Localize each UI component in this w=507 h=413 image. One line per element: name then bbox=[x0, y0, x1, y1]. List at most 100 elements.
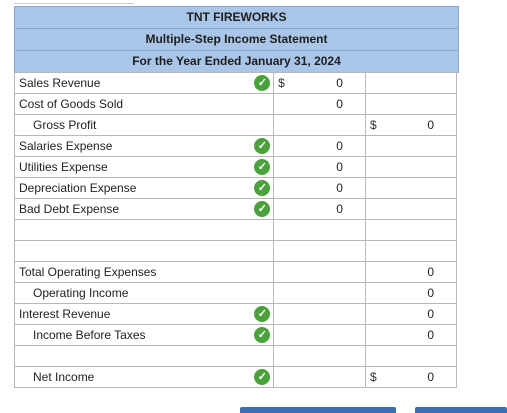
row-check-cell: ✓ bbox=[251, 324, 275, 346]
amount-value: 0 bbox=[427, 265, 434, 279]
row-label-select[interactable]: Utilities Expense bbox=[13, 156, 252, 178]
row-label-select[interactable]: Operating Income bbox=[13, 282, 252, 304]
statement-row: Operating Income 0 bbox=[13, 282, 458, 304]
amount-value: 0 bbox=[336, 97, 343, 111]
check-icon: ✓ bbox=[254, 138, 271, 154]
row-label-select[interactable]: Income Before Taxes bbox=[13, 324, 252, 346]
amount-input-col1[interactable] bbox=[273, 366, 366, 388]
prev-button[interactable] bbox=[240, 407, 396, 413]
row-check-cell bbox=[251, 282, 275, 304]
statement-row: Cost of Goods Sold 0 bbox=[13, 93, 458, 115]
amount-input-col1[interactable] bbox=[273, 219, 366, 241]
amount-input-col1[interactable] bbox=[273, 324, 366, 346]
amount-value: 0 bbox=[336, 181, 343, 195]
amount-input-col2[interactable] bbox=[364, 198, 458, 220]
row-check-cell bbox=[251, 219, 275, 241]
row-label-select[interactable]: Gross Profit bbox=[13, 114, 252, 136]
row-check-cell bbox=[251, 93, 275, 115]
row-label-select[interactable]: Salaries Expense bbox=[13, 135, 252, 157]
row-check-cell: ✓ bbox=[251, 177, 275, 199]
statement-row: Depreciation Expense ✓ 0 bbox=[13, 177, 458, 199]
row-check-cell: ✓ bbox=[251, 72, 275, 94]
statement-row: Salaries Expense ✓ 0 bbox=[13, 135, 458, 157]
row-label-select[interactable]: Net Income bbox=[13, 366, 252, 388]
amount-value: 0 bbox=[336, 202, 343, 216]
amount-input-col2[interactable]: 0 bbox=[364, 324, 458, 346]
row-check-cell: ✓ bbox=[251, 156, 275, 178]
check-icon: ✓ bbox=[254, 327, 271, 343]
amount-input-col1[interactable] bbox=[273, 282, 366, 304]
amount-input-col1[interactable]: 0 bbox=[273, 156, 366, 178]
check-icon: ✓ bbox=[254, 159, 271, 175]
company-name: TNT FIREWORKS bbox=[15, 7, 458, 29]
row-check-cell bbox=[251, 261, 275, 283]
check-icon: ✓ bbox=[254, 201, 271, 217]
row-label-select[interactable] bbox=[13, 345, 252, 367]
row-check-cell bbox=[251, 240, 275, 262]
row-label-select[interactable]: Bad Debt Expense bbox=[13, 198, 252, 220]
check-icon: ✓ bbox=[254, 180, 271, 196]
amount-input-col1[interactable] bbox=[273, 261, 366, 283]
row-label-select[interactable] bbox=[13, 219, 252, 241]
amount-input-col2[interactable] bbox=[364, 345, 458, 367]
statement-title: Multiple-Step Income Statement bbox=[15, 29, 458, 51]
amount-input-col2[interactable] bbox=[364, 177, 458, 199]
row-label-select[interactable]: Interest Revenue bbox=[13, 303, 252, 325]
check-icon: ✓ bbox=[254, 75, 271, 91]
amount-value: 0 bbox=[336, 76, 343, 90]
amount-input-col1[interactable] bbox=[273, 303, 366, 325]
statement-row: Income Before Taxes ✓ 0 bbox=[13, 324, 458, 346]
amount-input-col2[interactable]: 0 bbox=[364, 282, 458, 304]
amount-input-col1[interactable]: 0 bbox=[273, 177, 366, 199]
amount-input-col1[interactable] bbox=[273, 345, 366, 367]
statement-header: TNT FIREWORKS Multiple-Step Income State… bbox=[14, 6, 459, 73]
statement-row bbox=[13, 345, 458, 367]
statement-row: Total Operating Expenses 0 bbox=[13, 261, 458, 283]
amount-input-col2[interactable]: $0 bbox=[364, 114, 458, 136]
amount-value: 0 bbox=[336, 139, 343, 153]
amount-input-col2[interactable] bbox=[364, 72, 458, 94]
row-check-cell: ✓ bbox=[251, 198, 275, 220]
row-label-select[interactable]: Cost of Goods Sold bbox=[13, 93, 252, 115]
statement-row bbox=[13, 240, 458, 262]
statement-row: Interest Revenue ✓ 0 bbox=[13, 303, 458, 325]
amount-input-col2[interactable] bbox=[364, 156, 458, 178]
income-statement-table: Sales Revenue ✓ $0 Cost of Goods Sold 0 Gross… bbox=[13, 72, 458, 388]
amount-input-col1[interactable]: $0 bbox=[273, 72, 366, 94]
amount-input-col2[interactable] bbox=[364, 219, 458, 241]
amount-input-col2[interactable] bbox=[364, 135, 458, 157]
statement-row: Utilities Expense ✓ 0 bbox=[13, 156, 458, 178]
amount-value: 0 bbox=[427, 370, 434, 384]
next-button[interactable] bbox=[415, 407, 507, 413]
amount-value: 0 bbox=[427, 118, 434, 132]
amount-input-col2[interactable]: 0 bbox=[364, 261, 458, 283]
amount-value: 0 bbox=[427, 286, 434, 300]
row-label-select[interactable] bbox=[13, 240, 252, 262]
amount-input-col1[interactable]: 0 bbox=[273, 135, 366, 157]
row-label-select[interactable]: Depreciation Expense bbox=[13, 177, 252, 199]
row-label-select[interactable]: Sales Revenue bbox=[13, 72, 252, 94]
row-check-cell bbox=[251, 345, 275, 367]
check-icon: ✓ bbox=[254, 306, 271, 322]
row-check-cell bbox=[251, 114, 275, 136]
amount-input-col2[interactable] bbox=[364, 93, 458, 115]
statement-row: Gross Profit $0 bbox=[13, 114, 458, 136]
top-divider bbox=[14, 0, 134, 4]
row-check-cell: ✓ bbox=[251, 366, 275, 388]
currency-symbol: $ bbox=[369, 370, 377, 384]
currency-symbol: $ bbox=[278, 76, 285, 90]
amount-input-col2[interactable] bbox=[364, 240, 458, 262]
row-check-cell: ✓ bbox=[251, 303, 275, 325]
amount-input-col1[interactable]: 0 bbox=[273, 93, 366, 115]
row-check-cell: ✓ bbox=[251, 135, 275, 157]
row-label-select[interactable]: Total Operating Expenses bbox=[13, 261, 252, 283]
amount-value: 0 bbox=[336, 160, 343, 174]
amount-input-col2[interactable]: 0 bbox=[364, 303, 458, 325]
amount-input-col1[interactable] bbox=[273, 240, 366, 262]
amount-input-col1[interactable] bbox=[273, 114, 366, 136]
amount-input-col2[interactable]: $0 bbox=[364, 366, 458, 388]
statement-row: Net Income ✓ $0 bbox=[13, 366, 458, 388]
statement-row bbox=[13, 219, 458, 241]
statement-row: Bad Debt Expense ✓ 0 bbox=[13, 198, 458, 220]
amount-input-col1[interactable]: 0 bbox=[273, 198, 366, 220]
